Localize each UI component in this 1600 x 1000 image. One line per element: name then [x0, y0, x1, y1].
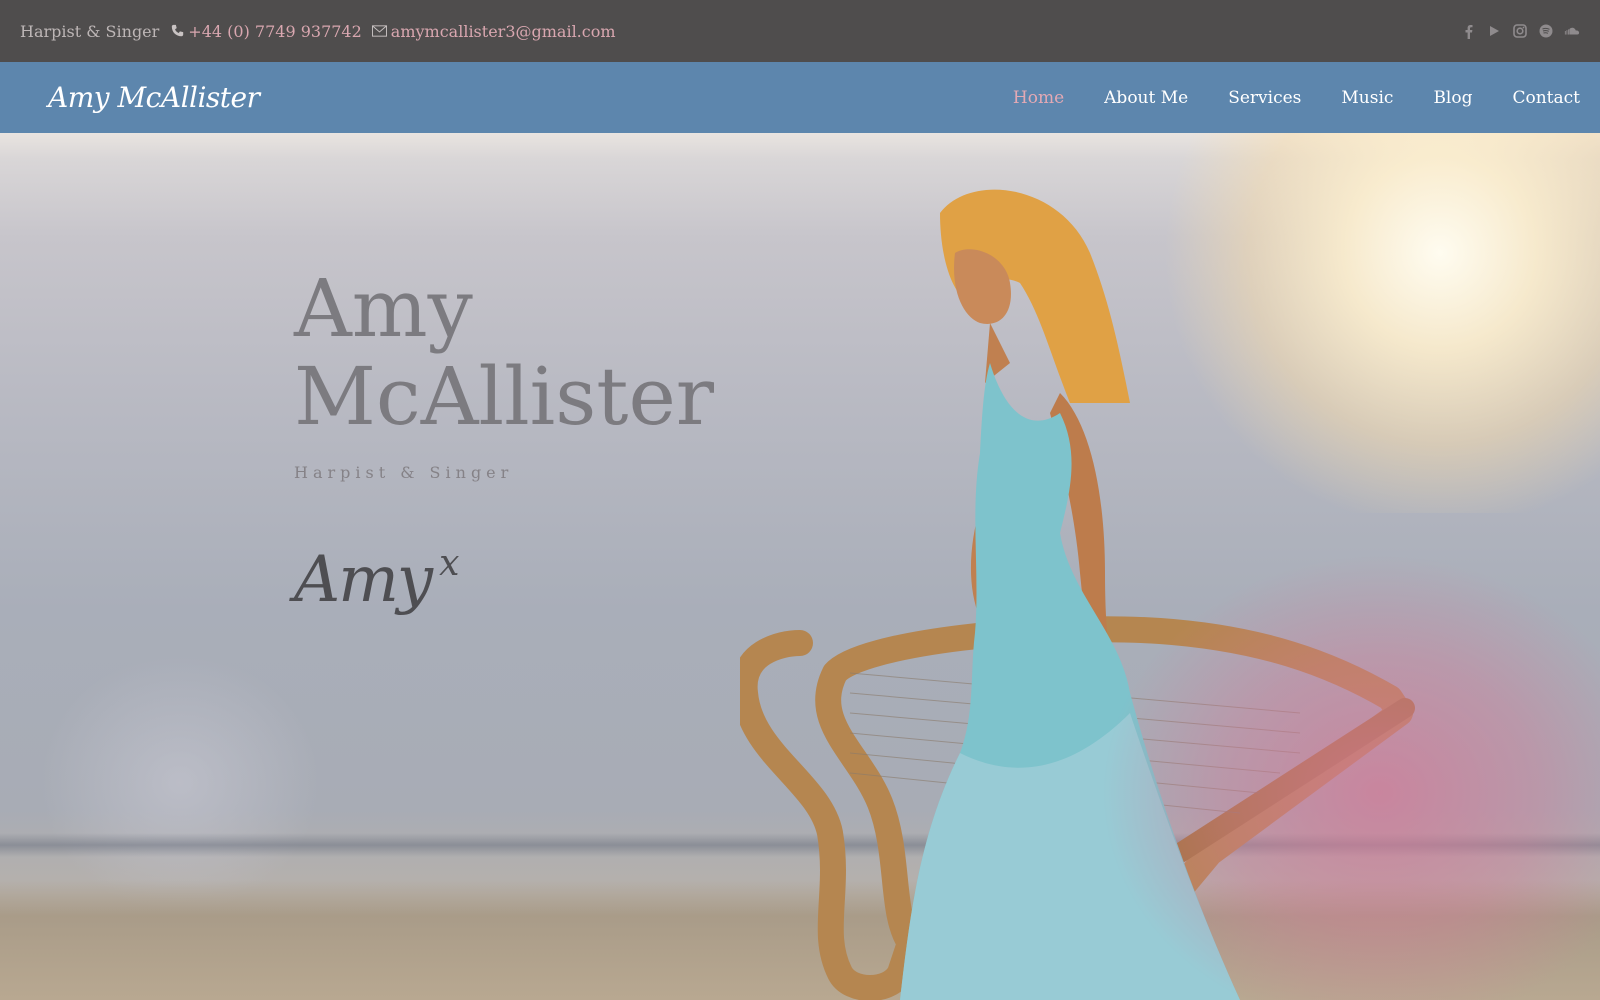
pink-smoke	[1100, 553, 1600, 1000]
signature-kiss: x	[439, 543, 459, 584]
smoke-left	[40, 653, 320, 913]
spotify-icon[interactable]	[1538, 23, 1554, 39]
email-address: amymcallister3@gmail.com	[390, 21, 616, 41]
signature: Amy x	[294, 543, 459, 617]
nav-home[interactable]: Home	[1013, 88, 1064, 108]
youtube-icon[interactable]	[1486, 23, 1502, 39]
signature-name: Amy	[294, 543, 433, 617]
hero-title: Amy McAllister	[294, 265, 814, 441]
hero-title-last: McAllister	[294, 350, 715, 443]
nav-music[interactable]: Music	[1341, 88, 1393, 108]
social-links	[1460, 23, 1580, 39]
envelope-icon	[371, 22, 391, 41]
soundcloud-icon[interactable]	[1564, 23, 1580, 39]
nav-contact[interactable]: Contact	[1512, 88, 1580, 108]
site-logo[interactable]: Amy McAllister	[48, 81, 260, 114]
topbar-tagline: Harpist & Singer	[20, 21, 160, 41]
instagram-icon[interactable]	[1512, 23, 1528, 39]
nav-about-me[interactable]: About Me	[1104, 88, 1188, 108]
phone-link[interactable]: +44 (0) 7749 937742	[171, 21, 362, 41]
facebook-icon[interactable]	[1460, 23, 1476, 39]
nav-blog[interactable]: Blog	[1433, 88, 1472, 108]
nav-services[interactable]: Services	[1228, 88, 1301, 108]
email-link[interactable]: amymcallister3@gmail.com	[371, 21, 616, 41]
top-bar: Harpist & Singer +44 (0) 7749 937742 amy…	[0, 0, 1600, 62]
phone-icon	[171, 22, 188, 41]
hero-title-first: Amy	[294, 262, 473, 355]
phone-number: +44 (0) 7749 937742	[188, 21, 362, 41]
hero-text: Amy McAllister Harpist & Singer	[294, 265, 814, 483]
hero-section: Amy McAllister Harpist & Singer Amy x	[0, 133, 1600, 1000]
main-navbar: Amy McAllister Home About Me Services Mu…	[0, 62, 1600, 133]
main-nav: Home About Me Services Music Blog Contac…	[1013, 88, 1580, 108]
hero-subtitle: Harpist & Singer	[294, 463, 514, 482]
